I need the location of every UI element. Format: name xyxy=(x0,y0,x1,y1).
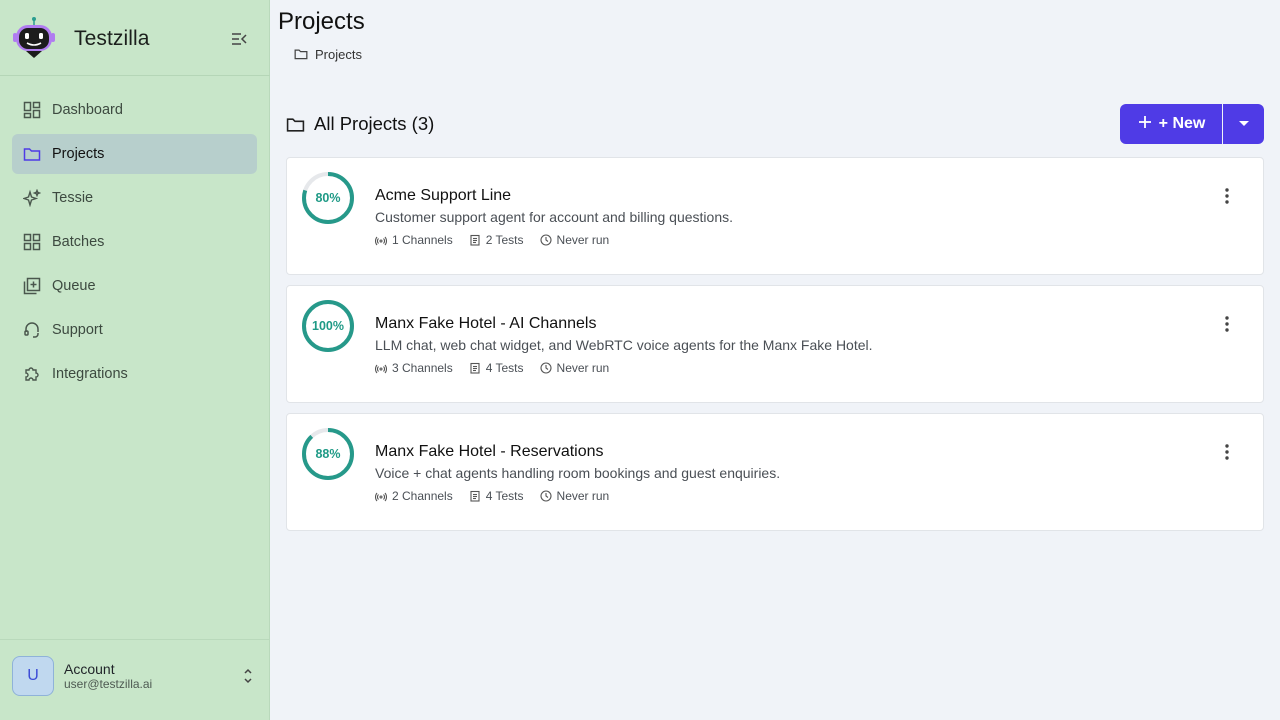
sidebar-item-label: Integrations xyxy=(52,366,128,382)
more-vertical-icon xyxy=(1225,316,1229,332)
project-card[interactable]: 100% Manx Fake Hotel - AI Channels LLM c… xyxy=(286,285,1264,403)
brand-header: Testzilla xyxy=(0,0,270,76)
grid-icon xyxy=(22,232,42,252)
sidebar-item-label: Support xyxy=(52,322,103,338)
account-email: user@testzilla.ai xyxy=(64,677,153,691)
project-options-button[interactable] xyxy=(1215,312,1239,336)
project-meta: 1 Channels 2 Tests Never run xyxy=(375,233,625,247)
section-title: All Projects (3) xyxy=(314,113,435,134)
plus-icon xyxy=(1137,114,1153,135)
more-vertical-icon xyxy=(1225,444,1229,460)
sidebar-item-label: Projects xyxy=(52,146,105,162)
clipboard-icon xyxy=(470,362,480,374)
sidebar-item-tessie[interactable]: Tessie xyxy=(12,178,257,218)
project-description: Customer support agent for account and b… xyxy=(375,209,733,225)
tests-count: 4 Tests xyxy=(469,489,524,503)
sidebar-item-label: Batches xyxy=(52,234,105,250)
queue-icon xyxy=(22,276,42,296)
sidebar-item-label: Dashboard xyxy=(52,102,123,118)
channels-count: 2 Channels xyxy=(375,489,453,503)
collapse-sidebar-button[interactable] xyxy=(227,27,251,51)
chevron-up-down-icon xyxy=(244,668,252,684)
brand-name: Testzilla xyxy=(74,27,150,50)
clipboard-icon xyxy=(470,234,480,246)
breadcrumb: Projects xyxy=(294,46,362,62)
project-meta: 3 Channels 4 Tests Never run xyxy=(375,361,625,375)
project-name: Manx Fake Hotel - AI Channels xyxy=(375,315,597,332)
completion-percent: 88% xyxy=(315,447,341,461)
folder-icon xyxy=(286,114,306,134)
more-vertical-icon xyxy=(1225,188,1229,204)
project-name: Manx Fake Hotel - Reservations xyxy=(375,443,604,460)
clipboard-icon xyxy=(470,490,480,502)
caret-down-icon xyxy=(1238,121,1249,126)
puzzle-icon xyxy=(22,364,42,384)
sidebar-item-support[interactable]: Support xyxy=(12,310,257,350)
page-title: Projects xyxy=(278,8,365,35)
last-run: Never run xyxy=(539,489,609,503)
sidebar-item-batches[interactable]: Batches xyxy=(12,222,257,262)
folder-icon xyxy=(294,46,310,62)
project-name: Acme Support Line xyxy=(375,187,512,204)
new-project-dropdown-button[interactable] xyxy=(1223,104,1264,144)
sidebar: Testzilla Dashboard Projects Tessie Batc… xyxy=(0,0,270,720)
completion-percent: 100% xyxy=(312,319,344,333)
tests-count: 2 Tests xyxy=(469,233,524,247)
broadcast-icon xyxy=(375,492,387,502)
clock-icon xyxy=(539,234,552,246)
project-description: LLM chat, web chat widget, and WebRTC vo… xyxy=(375,337,873,353)
account-menu[interactable]: U Account user@testzilla.ai xyxy=(0,639,270,720)
project-description: Voice + chat agents handling room bookin… xyxy=(375,465,781,481)
sidebar-item-dashboard[interactable]: Dashboard xyxy=(12,90,257,130)
last-run: Never run xyxy=(539,361,609,375)
channels-count: 1 Channels xyxy=(375,233,453,247)
dashboard-icon xyxy=(22,100,42,120)
sidebar-item-integrations[interactable]: Integrations xyxy=(12,354,257,394)
broadcast-icon xyxy=(375,364,387,374)
support-icon xyxy=(22,320,42,340)
clock-icon xyxy=(539,490,552,502)
account-name: Account xyxy=(64,661,115,677)
avatar: U xyxy=(12,656,54,696)
section-header: All Projects (3) xyxy=(286,113,434,135)
new-button-label: + New xyxy=(1158,115,1206,132)
project-options-button[interactable] xyxy=(1215,184,1239,208)
folder-icon xyxy=(22,144,42,164)
breadcrumb-item[interactable]: Projects xyxy=(315,47,362,62)
sidebar-item-queue[interactable]: Queue xyxy=(12,266,257,306)
sidebar-item-projects[interactable]: Projects xyxy=(12,134,257,174)
project-card[interactable]: 88% Manx Fake Hotel - Reservations Voice… xyxy=(286,413,1264,531)
completion-percent: 80% xyxy=(315,191,341,205)
clock-icon xyxy=(539,362,552,374)
sidebar-item-label: Queue xyxy=(52,278,96,294)
robot-logo-icon xyxy=(13,17,55,58)
tests-count: 4 Tests xyxy=(469,361,524,375)
sidebar-nav: Dashboard Projects Tessie Batches Queue xyxy=(12,90,257,398)
sidebar-item-label: Tessie xyxy=(52,190,94,206)
project-meta: 2 Channels 4 Tests Never run xyxy=(375,489,625,503)
project-options-button[interactable] xyxy=(1215,440,1239,464)
last-run: Never run xyxy=(539,233,609,247)
collapse-sidebar-icon xyxy=(232,33,247,45)
broadcast-icon xyxy=(375,236,387,246)
channels-count: 3 Channels xyxy=(375,361,453,375)
project-card[interactable]: 80% Acme Support Line Customer support a… xyxy=(286,157,1264,275)
new-project-button[interactable]: + New xyxy=(1120,104,1222,144)
sparkles-icon xyxy=(22,188,42,208)
